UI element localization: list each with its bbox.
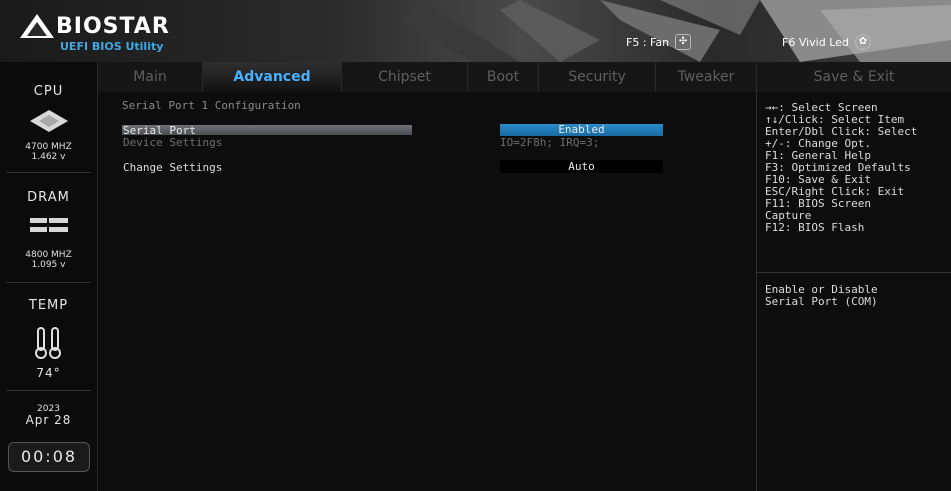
tab-security[interactable]: Security xyxy=(539,62,656,92)
key-help-list: →←: Select Screen ↑↓/Click: Select Item … xyxy=(765,102,917,234)
serial-port-value[interactable]: Enabled xyxy=(500,124,663,136)
status-sidebar: CPU 4700 MHZ 1.462 v DRAM 4800 MHZ 1.095… xyxy=(0,62,98,491)
cpu-chip-icon xyxy=(30,110,68,132)
divider xyxy=(6,282,91,283)
page-title: Serial Port 1 Configuration xyxy=(122,99,301,112)
cpu-frequency: 4700 MHZ xyxy=(25,142,72,152)
temp-title: TEMP xyxy=(28,298,69,313)
help-panel: →←: Select Screen ↑↓/Click: Select Item … xyxy=(757,92,951,491)
change-settings-label[interactable]: Change Settings xyxy=(123,161,222,174)
dram-title: DRAM xyxy=(27,190,70,205)
dram-voltage: 1.095 v xyxy=(31,260,66,270)
clock-display: 00:08 xyxy=(8,442,90,472)
biostar-logo-icon xyxy=(20,14,54,38)
change-settings-value[interactable]: Auto xyxy=(500,160,663,173)
dram-module-icon xyxy=(30,218,68,232)
date-day: Apr 28 xyxy=(25,413,72,427)
cpu-voltage: 1.462 v xyxy=(31,152,66,162)
tab-tweaker[interactable]: Tweaker xyxy=(656,62,757,92)
tab-boot[interactable]: Boot xyxy=(468,62,539,92)
divider xyxy=(6,390,91,391)
thermometer-icon xyxy=(35,327,61,359)
brand-subtitle: UEFI BIOS Utility xyxy=(60,40,164,53)
divider xyxy=(6,172,91,173)
tab-advanced[interactable]: Advanced xyxy=(203,62,342,92)
cpu-title: CPU xyxy=(33,84,64,99)
settings-panel xyxy=(98,92,757,491)
help-line: F12: BIOS Flash xyxy=(765,221,865,234)
temp-value: 74° xyxy=(36,366,61,380)
fan-shortcut[interactable]: F5 : Fan ✣ xyxy=(626,34,692,50)
dram-frequency: 4800 MHZ xyxy=(25,250,72,260)
tab-bar: Main Advanced Chipset Boot Security Twea… xyxy=(98,62,951,92)
header-bar: BIOSTAR UEFI BIOS Utility F5 : Fan ✣ F6 … xyxy=(0,0,951,62)
tab-save-exit[interactable]: Save & Exit xyxy=(757,62,951,92)
device-settings-label: Device Settings xyxy=(123,136,223,149)
item-description: Enable or Disable Serial Port (COM) xyxy=(765,284,878,308)
fan-label: F5 : Fan xyxy=(626,35,670,49)
description-line: Serial Port (COM) xyxy=(765,295,878,308)
device-settings-value: IO=2F8h; IRQ=3; xyxy=(500,136,600,149)
vivid-led-shortcut[interactable]: F6 Vivid Led ✿ xyxy=(782,34,871,50)
led-icon: ✿ xyxy=(854,34,871,50)
fan-icon: ✣ xyxy=(675,34,692,50)
tab-chipset[interactable]: Chipset xyxy=(342,62,468,92)
vivid-led-label: F6 Vivid Led xyxy=(782,35,849,49)
tab-main[interactable]: Main xyxy=(98,62,203,92)
brand-name: BIOSTAR xyxy=(56,14,170,39)
divider xyxy=(757,272,951,273)
